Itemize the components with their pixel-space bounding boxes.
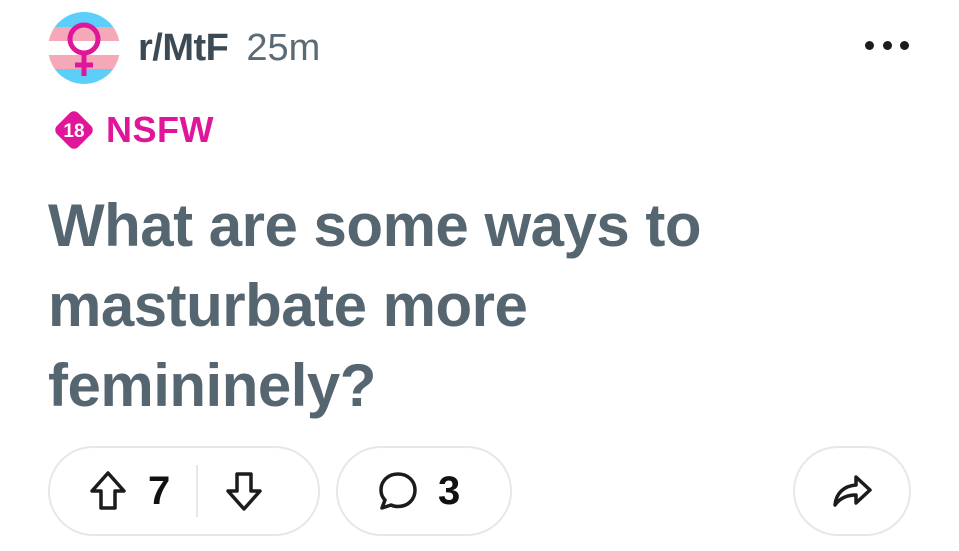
upvote-count: 7 xyxy=(148,468,171,513)
share-arrow-icon xyxy=(830,471,874,511)
downvote-button[interactable] xyxy=(224,469,264,513)
more-options-button[interactable] xyxy=(865,30,909,60)
nsfw-tag: 18 NSFW xyxy=(52,108,214,152)
nsfw-badge-number: 18 xyxy=(63,121,84,142)
share-button[interactable] xyxy=(793,446,911,536)
comments-button[interactable]: 3 xyxy=(336,446,512,536)
comment-bubble-icon xyxy=(376,469,420,513)
subreddit-avatar[interactable] xyxy=(48,12,120,84)
post-timestamp: 25m xyxy=(246,26,321,69)
vote-bar: 7 xyxy=(48,446,320,536)
vote-divider xyxy=(196,465,199,517)
subreddit-name[interactable]: r/MtF xyxy=(138,27,229,70)
comment-count: 3 xyxy=(438,468,461,513)
upvote-button[interactable] xyxy=(88,469,128,513)
upvote-arrow-icon xyxy=(90,471,126,510)
nsfw-label: NSFW xyxy=(106,109,214,150)
more-options-icon xyxy=(865,40,874,50)
post-header: r/MtF 25m xyxy=(48,12,320,84)
nsfw-18-badge-icon: 18 xyxy=(55,111,93,149)
transgender-flag-female-symbol-icon xyxy=(48,12,120,84)
downvote-arrow-icon xyxy=(226,472,262,511)
post-title[interactable]: What are some ways to masturbate more fe… xyxy=(48,186,868,426)
